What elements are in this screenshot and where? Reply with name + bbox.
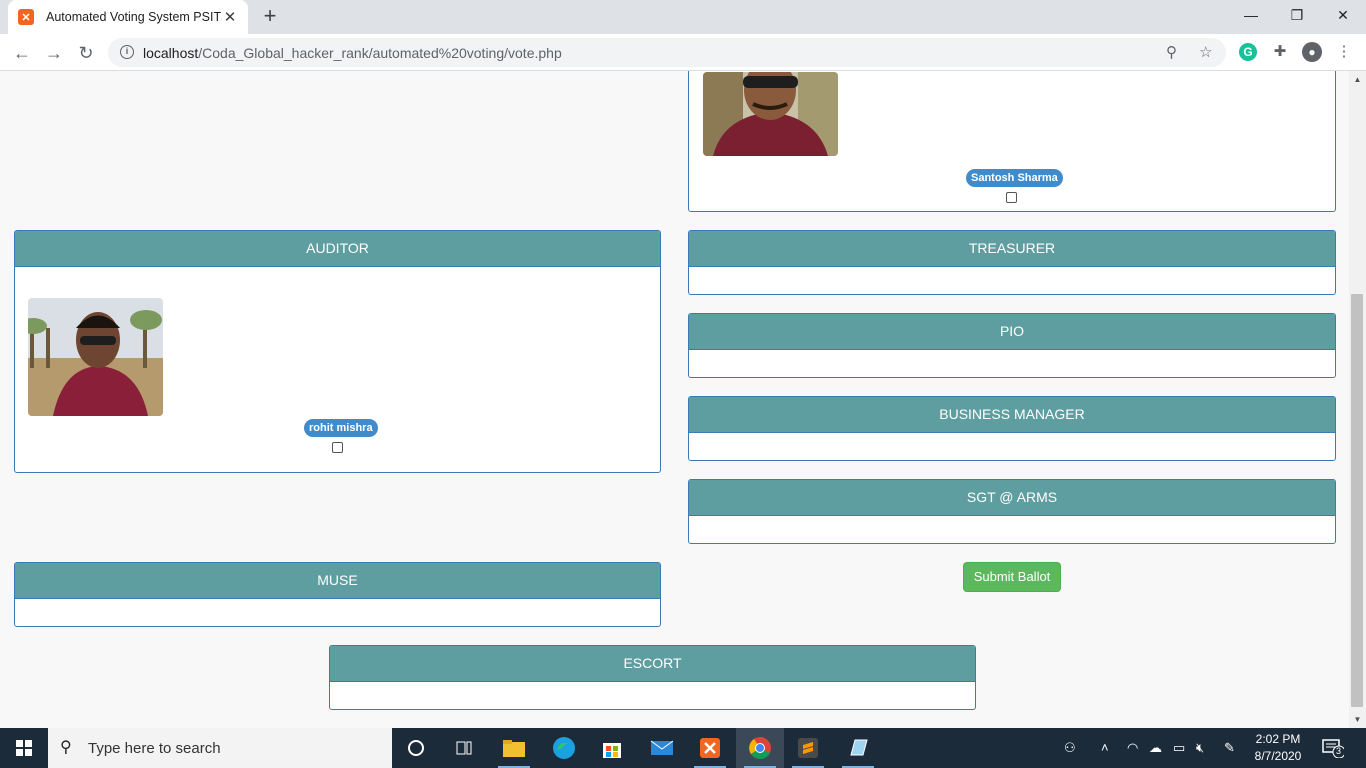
candidate-name-badge: Santosh Sharma [966, 169, 1063, 187]
url-text[interactable]: localhost/Coda_Global_hacker_rank/automa… [143, 45, 562, 61]
file-explorer-icon[interactable] [490, 728, 538, 768]
reload-icon[interactable]: ↻ [72, 39, 100, 67]
action-center-icon[interactable]: 3 [1322, 738, 1346, 759]
volume-muted-icon[interactable]: 🔇︎ [1196, 740, 1204, 756]
panel-heading-escort: ESCORT [330, 646, 975, 682]
mail-icon[interactable] [638, 728, 686, 768]
chrome-menu-icon[interactable]: ⋮ [1333, 41, 1355, 63]
panel-heading-business-manager: BUSINESS MANAGER [689, 397, 1335, 433]
panel-top-position: Santosh Sharma [688, 71, 1336, 212]
address-bar[interactable]: i localhost/Coda_Global_hacker_rank/auto… [108, 38, 1226, 67]
bookmark-star-icon[interactable]: ☆ [1199, 43, 1212, 61]
panel-sgt-arms: SGT @ ARMS [688, 479, 1336, 544]
clock-date: 8/7/2020 [1254, 749, 1302, 763]
vote-checkbox-santosh[interactable] [1006, 192, 1017, 203]
page-scrollbar[interactable]: ▲ ▼ [1349, 71, 1366, 728]
onedrive-cloud-icon[interactable]: ☁ [1149, 740, 1162, 756]
task-view-icon[interactable] [440, 728, 488, 768]
cortana-icon[interactable] [392, 728, 440, 768]
wifi-icon[interactable]: ◠ [1127, 740, 1138, 756]
panel-heading-muse: MUSE [15, 563, 660, 599]
back-icon[interactable]: ← [8, 39, 36, 67]
url-path: /Coda_Global_hacker_rank/automated%20vot… [198, 45, 562, 61]
battery-icon[interactable]: ▭ [1173, 740, 1185, 756]
windows-taskbar: ⚲ Type here to search ⚇ ˄ ◠ ☁ ▭ 🔇︎ ✎ 2:0… [0, 728, 1366, 768]
forward-icon[interactable]: → [40, 39, 68, 67]
notification-count: 3 [1336, 746, 1342, 756]
microsoft-store-icon[interactable] [588, 728, 636, 768]
candidate-photo-rohit [28, 298, 163, 416]
taskbar-search-placeholder: Type here to search [88, 740, 221, 757]
browser-toolbar: ← → ↻ i localhost/Coda_Global_hacker_ran… [0, 34, 1366, 71]
xampp-favicon-icon: ✕ [18, 9, 34, 25]
browser-tab[interactable]: ✕ Automated Voting System PSITS ✕ [8, 0, 248, 34]
restore-icon[interactable]: ❐ [1274, 0, 1320, 30]
panel-heading-sgt-arms: SGT @ ARMS [689, 480, 1335, 516]
panel-pio: PIO [688, 313, 1336, 378]
panel-heading-auditor: AUDITOR [15, 231, 660, 267]
edge-browser-icon[interactable] [540, 728, 588, 768]
scrollbar-thumb[interactable] [1351, 294, 1363, 707]
windows-start-icon[interactable] [0, 728, 48, 768]
zoom-icon[interactable]: ⚲ [1166, 43, 1177, 61]
minimize-icon[interactable]: — [1228, 0, 1274, 30]
search-icon: ⚲ [60, 739, 72, 756]
candidate-name-badge: rohit mishra [304, 419, 378, 437]
candidate-photo-santosh [703, 72, 838, 156]
taskbar-clock[interactable]: 2:02 PM 8/7/2020 [1250, 731, 1306, 765]
tab-close-icon[interactable]: ✕ [222, 8, 238, 26]
panel-muse: MUSE [14, 562, 661, 627]
tab-title: Automated Voting System PSITS [46, 10, 222, 24]
scroll-down-icon[interactable]: ▼ [1349, 711, 1366, 728]
profile-avatar-icon[interactable]: ● [1302, 42, 1322, 62]
show-hidden-icons-chevron-icon[interactable]: ˄ [1101, 740, 1109, 755]
panel-treasurer: TREASURER [688, 230, 1336, 295]
scroll-up-icon[interactable]: ▲ [1349, 71, 1366, 88]
xampp-icon[interactable] [686, 728, 734, 768]
url-host: localhost [143, 45, 199, 61]
panel-business-manager: BUSINESS MANAGER [688, 396, 1336, 461]
new-tab-icon[interactable]: + [258, 5, 282, 29]
people-icon[interactable]: ⚇ [1064, 740, 1076, 756]
taskbar-search-box[interactable]: ⚲ Type here to search [48, 728, 392, 768]
window-close-icon[interactable]: ✕ [1320, 0, 1366, 30]
page-viewport: Santosh Sharma AUDITOR rohit mishra TREA… [0, 71, 1349, 728]
pen-ink-icon[interactable]: ✎ [1224, 740, 1235, 756]
chrome-icon[interactable] [736, 728, 784, 768]
site-info-icon[interactable]: i [120, 45, 134, 59]
panel-auditor: AUDITOR rohit mishra [14, 230, 661, 473]
panel-heading-treasurer: TREASURER [689, 231, 1335, 267]
notepad-icon[interactable] [834, 728, 882, 768]
submit-ballot-button[interactable]: Submit Ballot [963, 562, 1061, 592]
extensions-puzzle-icon[interactable]: ✚ [1269, 41, 1291, 63]
panel-escort: ESCORT [329, 645, 976, 710]
clock-time: 2:02 PM [1255, 732, 1301, 746]
grammarly-extension-icon[interactable]: G [1239, 43, 1257, 61]
browser-tab-strip: ✕ Automated Voting System PSITS ✕ + — ❐ … [0, 0, 1366, 34]
panel-heading-pio: PIO [689, 314, 1335, 350]
vote-checkbox-rohit[interactable] [332, 442, 343, 453]
sublime-text-icon[interactable] [784, 728, 832, 768]
